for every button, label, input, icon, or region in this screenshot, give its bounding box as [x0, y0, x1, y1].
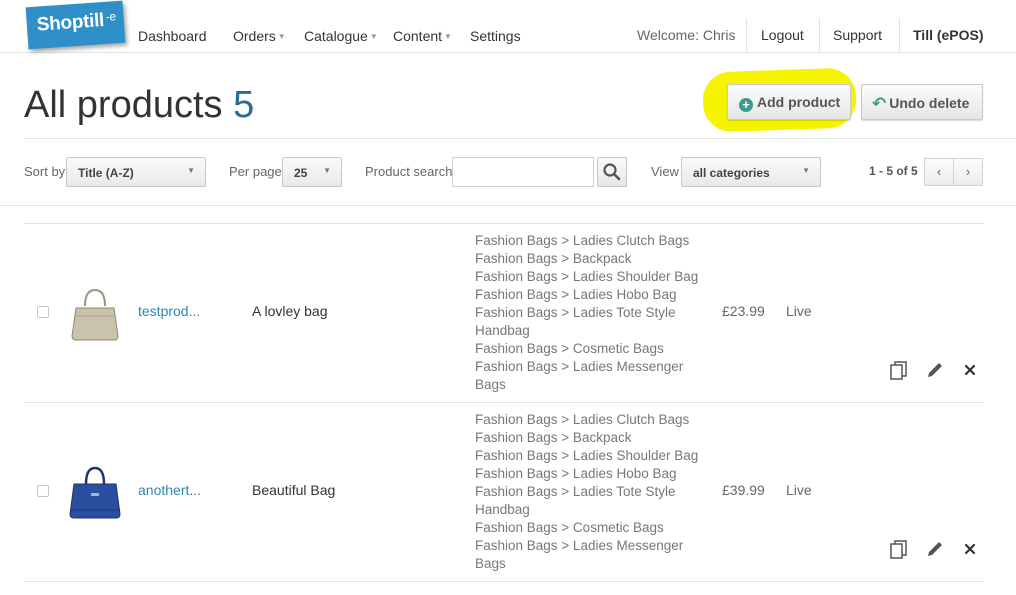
nav-dashboard-label: Dashboard: [138, 28, 207, 44]
nav-catalogue-label: Catalogue: [304, 28, 368, 44]
next-page-button[interactable]: ›: [953, 158, 983, 186]
sort-value: Title (A-Z): [78, 166, 134, 180]
duplicate-icon[interactable]: [888, 359, 910, 381]
product-count: 5: [233, 84, 255, 126]
category-item: Fashion Bags > Ladies Messenger Bags: [475, 359, 684, 392]
chevron-down-icon: ▼: [802, 166, 810, 175]
product-categories: Fashion Bags > Ladies Clutch Bags Fashio…: [475, 411, 715, 573]
category-item: Fashion Bags > Backpack: [475, 251, 632, 266]
page-title-text: All products: [24, 84, 223, 126]
product-status: Live: [786, 303, 812, 319]
perpage-label: Per page: [229, 164, 282, 179]
undo-delete-label: Undo delete: [889, 95, 970, 111]
chevron-down-icon: ▼: [444, 32, 452, 41]
nav-orders[interactable]: Orders ▼: [233, 28, 286, 44]
filter-divider: [0, 205, 1016, 206]
plus-circle-icon: +: [739, 98, 753, 112]
category-item: Fashion Bags > Ladies Shoulder Bag: [475, 448, 699, 463]
nav-catalogue[interactable]: Catalogue ▼: [304, 28, 378, 44]
row-divider: [24, 223, 984, 224]
search-button[interactable]: [597, 157, 627, 187]
nav-content[interactable]: Content ▼: [393, 28, 452, 44]
nav-settings[interactable]: Settings: [470, 28, 521, 44]
add-product-button[interactable]: + Add product: [727, 84, 851, 120]
chevron-down-icon: ▼: [369, 32, 378, 41]
product-price: £39.99: [722, 482, 765, 498]
product-description: A lovley bag: [252, 303, 328, 319]
chevron-left-icon: ‹: [936, 164, 942, 179]
row-checkbox[interactable]: [37, 306, 49, 318]
product-categories: Fashion Bags > Ladies Clutch Bags Fashio…: [475, 232, 715, 394]
chevron-right-icon: ›: [965, 164, 971, 179]
category-item: Fashion Bags > Cosmetic Bags: [475, 520, 664, 535]
nav-divider: [819, 18, 820, 53]
category-item: Fashion Bags > Cosmetic Bags: [475, 341, 664, 356]
nav-dashboard[interactable]: Dashboard: [138, 28, 207, 44]
perpage-select[interactable]: 25 ▼: [282, 157, 342, 187]
delete-close-icon[interactable]: [959, 538, 981, 560]
logo-text: Shoptill: [36, 10, 105, 36]
undo-delete-button[interactable]: ↶ Undo delete: [861, 84, 983, 120]
search-icon: [603, 163, 621, 181]
nav-divider: [746, 18, 747, 53]
view-label: View: [651, 164, 679, 179]
product-thumbnail[interactable]: [64, 460, 126, 522]
nav-settings-label: Settings: [470, 28, 521, 44]
sort-select[interactable]: Title (A-Z) ▼: [66, 157, 206, 187]
category-item: Fashion Bags > Ladies Tote Style Handbag: [475, 484, 676, 517]
product-status: Live: [786, 482, 812, 498]
nav-divider: [899, 18, 900, 53]
category-item: Fashion Bags > Ladies Messenger Bags: [475, 538, 684, 571]
top-navbar: Shoptill-e Dashboard Orders ▼ Catalogue ▼ …: [0, 0, 1016, 53]
undo-arrow-icon: ↶: [872, 94, 887, 113]
nav-content-label: Content: [393, 28, 443, 44]
till-epos-link[interactable]: Till (ePOS): [913, 18, 984, 53]
category-item: Fashion Bags > Ladies Clutch Bags: [475, 412, 690, 427]
logo-suffix: -e: [105, 9, 117, 24]
category-item: Fashion Bags > Ladies Hobo Bag: [475, 466, 677, 481]
product-search-input[interactable]: [452, 157, 594, 187]
category-item: Fashion Bags > Ladies Shoulder Bag: [475, 269, 699, 284]
product-description: Beautiful Bag: [252, 482, 336, 498]
prev-page-button[interactable]: ‹: [924, 158, 954, 186]
page-title: All products 5: [24, 84, 254, 127]
product-price: £23.99: [722, 303, 765, 319]
edit-pencil-icon[interactable]: [924, 538, 946, 560]
edit-pencil-icon[interactable]: [924, 359, 946, 381]
add-product-label: Add product: [757, 94, 841, 110]
product-name-link[interactable]: testprod...: [138, 303, 200, 319]
view-category-select[interactable]: all categories ▼: [681, 157, 821, 187]
category-item: Fashion Bags > Backpack: [475, 430, 632, 445]
chevron-down-icon: ▼: [187, 166, 195, 175]
duplicate-icon[interactable]: [888, 538, 910, 560]
chevron-down-icon: ▼: [323, 166, 331, 175]
welcome-text: Welcome: Chris: [637, 27, 736, 43]
category-item: Fashion Bags > Ladies Hobo Bag: [475, 287, 677, 302]
delete-close-icon[interactable]: [959, 359, 981, 381]
shoptill-logo[interactable]: Shoptill-e: [25, 0, 126, 50]
header-divider: [24, 138, 1016, 139]
category-item: Fashion Bags > Ladies Tote Style Handbag: [475, 305, 676, 338]
row-divider: [24, 581, 984, 582]
product-name-link[interactable]: anothert...: [138, 482, 201, 498]
nav-orders-label: Orders: [233, 28, 276, 44]
search-label: Product search: [365, 164, 453, 179]
row-checkbox[interactable]: [37, 485, 49, 497]
chevron-down-icon: ▼: [277, 32, 286, 41]
sort-label: Sort by: [24, 164, 66, 179]
row-divider: [24, 402, 984, 403]
support-link[interactable]: Support: [833, 18, 882, 53]
logout-link[interactable]: Logout: [761, 18, 804, 53]
perpage-value: 25: [294, 166, 308, 180]
view-value: all categories: [693, 166, 770, 180]
product-thumbnail[interactable]: [64, 280, 126, 342]
category-item: Fashion Bags > Ladies Clutch Bags: [475, 233, 690, 248]
pagination-summary: 1 - 5 of 5: [869, 164, 918, 178]
